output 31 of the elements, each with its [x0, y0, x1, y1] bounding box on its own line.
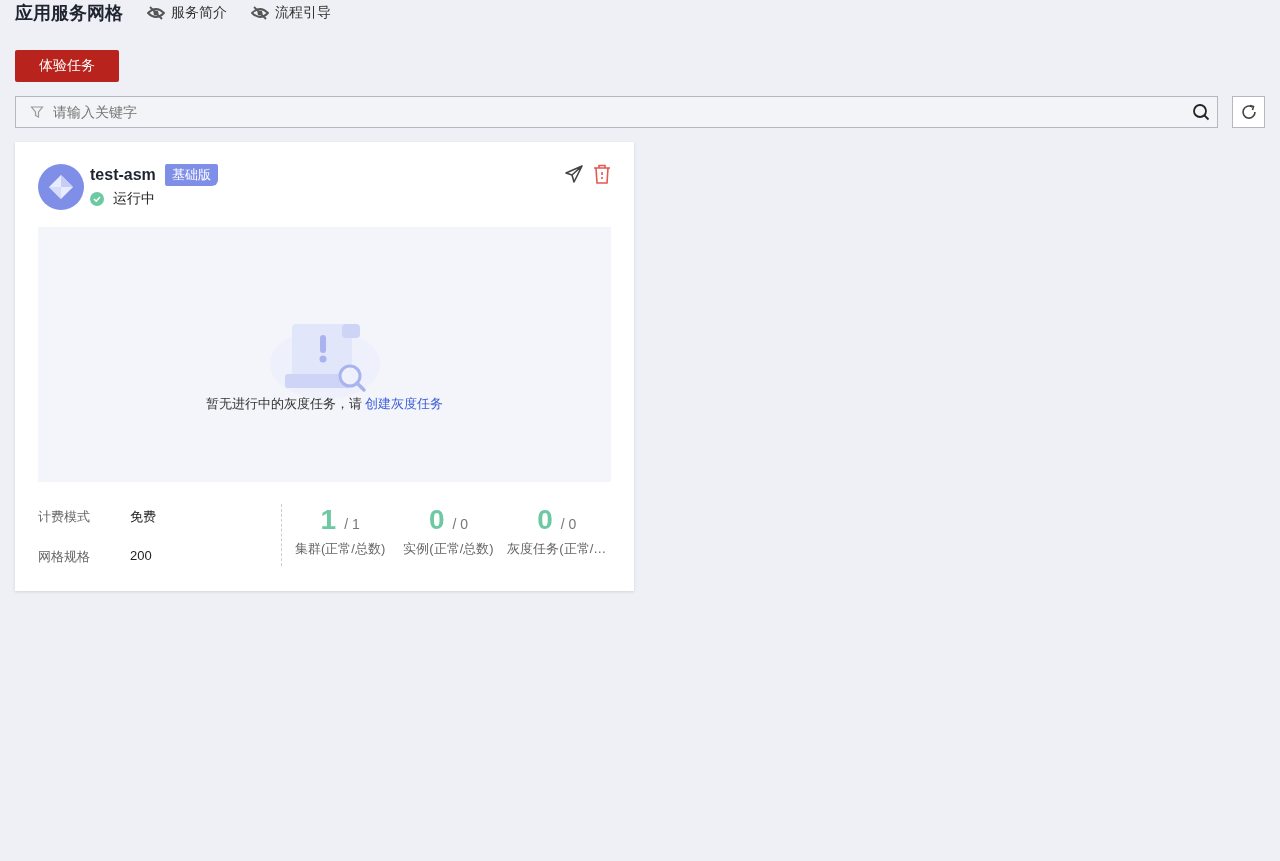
eye-slash-icon	[147, 6, 165, 20]
info-label: 计费模式	[38, 508, 91, 526]
edition-tag: 基础版	[164, 164, 218, 186]
info-value: 免费	[130, 508, 156, 526]
refresh-icon	[1239, 103, 1258, 121]
header-link[interactable]: 流程引导	[251, 4, 331, 22]
stat-value: 1	[320, 504, 337, 536]
stat-value: 0	[537, 504, 553, 536]
info-value: 200	[130, 548, 152, 565]
stat-label: 灰度任务(正常/…	[507, 540, 607, 558]
mesh-name[interactable]: test-asm	[90, 166, 156, 184]
stat-label: 实例(正常/总数)	[403, 540, 494, 558]
header-link[interactable]: 服务简介	[147, 4, 227, 22]
stat-label: 集群(正常/总数)	[295, 540, 386, 558]
send-icon[interactable]	[564, 164, 584, 184]
search-icon[interactable]	[1192, 103, 1210, 121]
create-task-link[interactable]: 创建灰度任务	[365, 395, 444, 411]
stat-total: / 0	[452, 516, 469, 532]
delete-icon[interactable]	[593, 164, 611, 184]
status-text: 运行中	[113, 190, 155, 208]
refresh-button[interactable]	[1232, 96, 1265, 128]
primary-button[interactable]: 体验任务	[15, 50, 119, 82]
search-field[interactable]: 请输入关键字	[15, 96, 1218, 128]
empty-message: 暂无进行中的灰度任务，请 创建灰度任务	[205, 394, 444, 413]
eye-slash-icon	[251, 6, 269, 20]
page-title: 应用服务网格	[15, 2, 123, 25]
mesh-avatar-icon	[38, 164, 84, 210]
stat-total: / 1	[344, 516, 360, 532]
stat-value: 0	[428, 504, 445, 536]
stat-total: / 0	[560, 516, 577, 532]
info-label: 网格规格	[38, 548, 91, 566]
